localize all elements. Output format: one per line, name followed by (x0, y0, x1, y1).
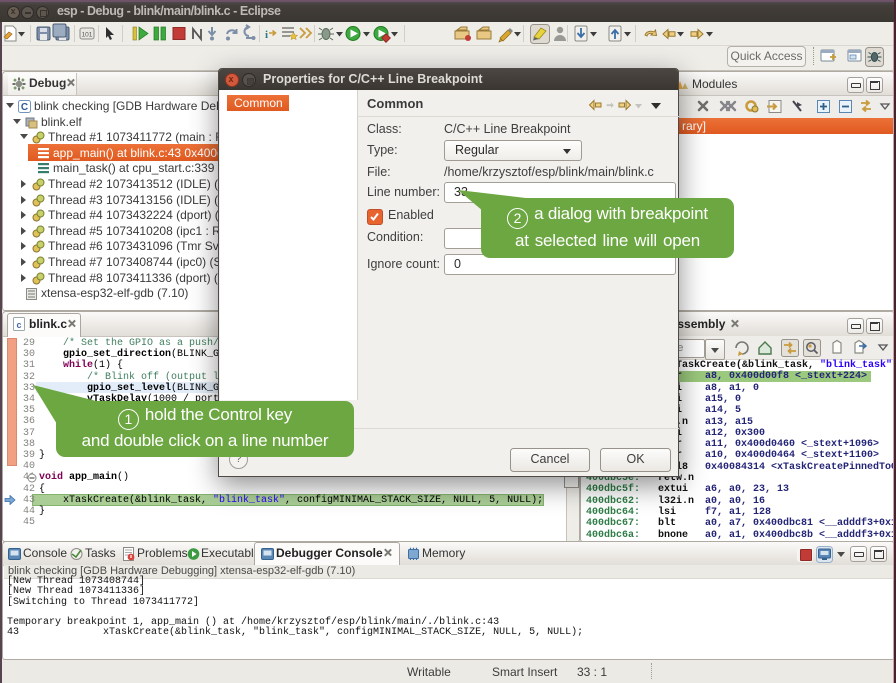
svg-text:C: C (21, 102, 28, 113)
svg-text:c: c (16, 320, 21, 330)
svg-text:101: 101 (82, 32, 93, 39)
svg-text:i: i (265, 29, 268, 41)
